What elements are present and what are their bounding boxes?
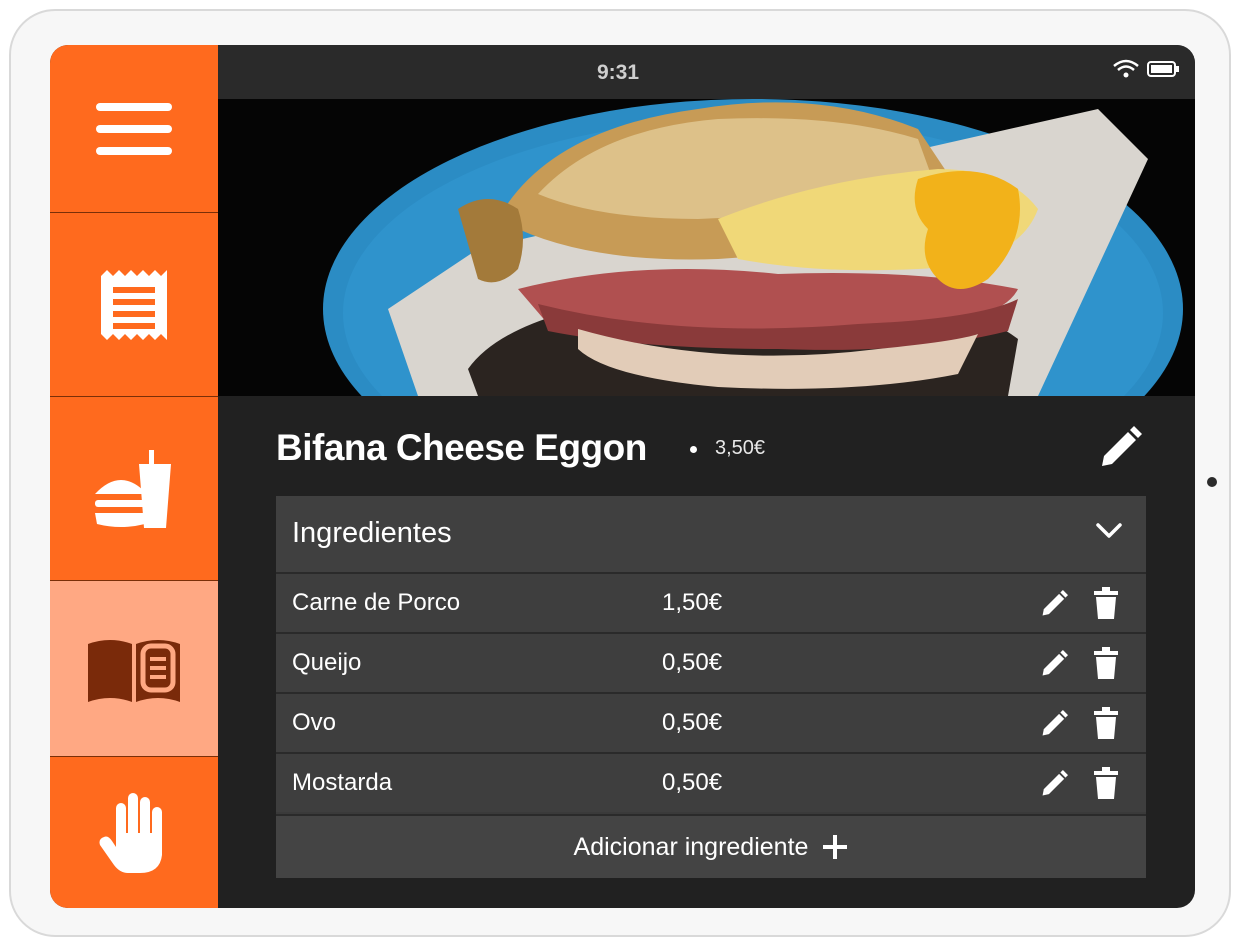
ingredient-row: Mostarda 0,50€ bbox=[276, 752, 1146, 812]
app-screen: 9:31 Bifana Cheese Eggon 3,50€ Ingredien… bbox=[50, 45, 1195, 908]
product-title: Bifana Cheese Eggon bbox=[276, 427, 647, 468]
sidebar-item-menu[interactable] bbox=[50, 45, 218, 213]
product-price: 3,50€ bbox=[715, 437, 766, 459]
trash-icon[interactable] bbox=[1094, 767, 1118, 799]
ingredient-price: 0,50€ bbox=[662, 769, 723, 796]
hand-icon bbox=[99, 792, 162, 873]
status-bar: 9:31 bbox=[218, 45, 1195, 99]
sidebar-item-orders[interactable] bbox=[50, 213, 218, 397]
hamburger-icon bbox=[96, 102, 172, 155]
ingredient-row: Carne de Porco 1,50€ bbox=[276, 572, 1146, 632]
product-header: Bifana Cheese Eggon 3,50€ bbox=[276, 423, 1146, 473]
ingredient-name: Ovo bbox=[292, 709, 337, 736]
pencil-icon[interactable] bbox=[1040, 590, 1068, 618]
ingredient-row: Ovo 0,50€ bbox=[276, 692, 1146, 752]
pencil-icon[interactable] bbox=[1040, 770, 1068, 798]
add-ingredient-button[interactable]: Adicionar ingrediente bbox=[276, 814, 1146, 878]
ingredient-name: Carne de Porco bbox=[292, 589, 461, 616]
sidebar-item-food[interactable] bbox=[50, 397, 218, 581]
chevron-down-icon[interactable] bbox=[1096, 523, 1122, 539]
separator-dot bbox=[690, 446, 697, 453]
burger-drink-icon bbox=[95, 449, 171, 528]
pencil-icon[interactable] bbox=[1040, 650, 1068, 678]
ingredient-price: 0,50€ bbox=[662, 649, 723, 676]
sidebar-item-help[interactable] bbox=[50, 757, 218, 908]
sidebar bbox=[50, 45, 218, 908]
pencil-icon[interactable] bbox=[1040, 710, 1068, 738]
battery-icon bbox=[1147, 61, 1179, 77]
ingredients-panel: Ingredientes Carne de Porco 1,50€ Queijo… bbox=[276, 496, 1146, 878]
plus-icon bbox=[823, 835, 848, 859]
status-time: 9:31 bbox=[596, 61, 640, 84]
receipt-icon bbox=[101, 269, 167, 340]
ingredients-title: Ingredientes bbox=[292, 517, 452, 549]
add-ingredient-label: Adicionar ingrediente bbox=[573, 832, 809, 861]
ingredient-row: Queijo 0,50€ bbox=[276, 632, 1146, 692]
ingredient-name: Mostarda bbox=[292, 769, 393, 796]
ingredient-price: 1,50€ bbox=[662, 589, 723, 616]
pencil-icon[interactable] bbox=[1098, 426, 1142, 470]
trash-icon[interactable] bbox=[1094, 587, 1118, 619]
sidebar-item-menu-book[interactable] bbox=[50, 581, 218, 757]
ingredient-price: 0,50€ bbox=[662, 709, 723, 736]
ingredients-header[interactable]: Ingredientes bbox=[276, 496, 1146, 572]
trash-icon[interactable] bbox=[1094, 707, 1118, 739]
camera-dot bbox=[1207, 477, 1217, 487]
ingredient-name: Queijo bbox=[292, 649, 362, 676]
open-book-icon bbox=[88, 639, 180, 702]
trash-icon[interactable] bbox=[1094, 647, 1118, 679]
product-image bbox=[218, 99, 1195, 396]
wifi-icon bbox=[1113, 59, 1139, 78]
